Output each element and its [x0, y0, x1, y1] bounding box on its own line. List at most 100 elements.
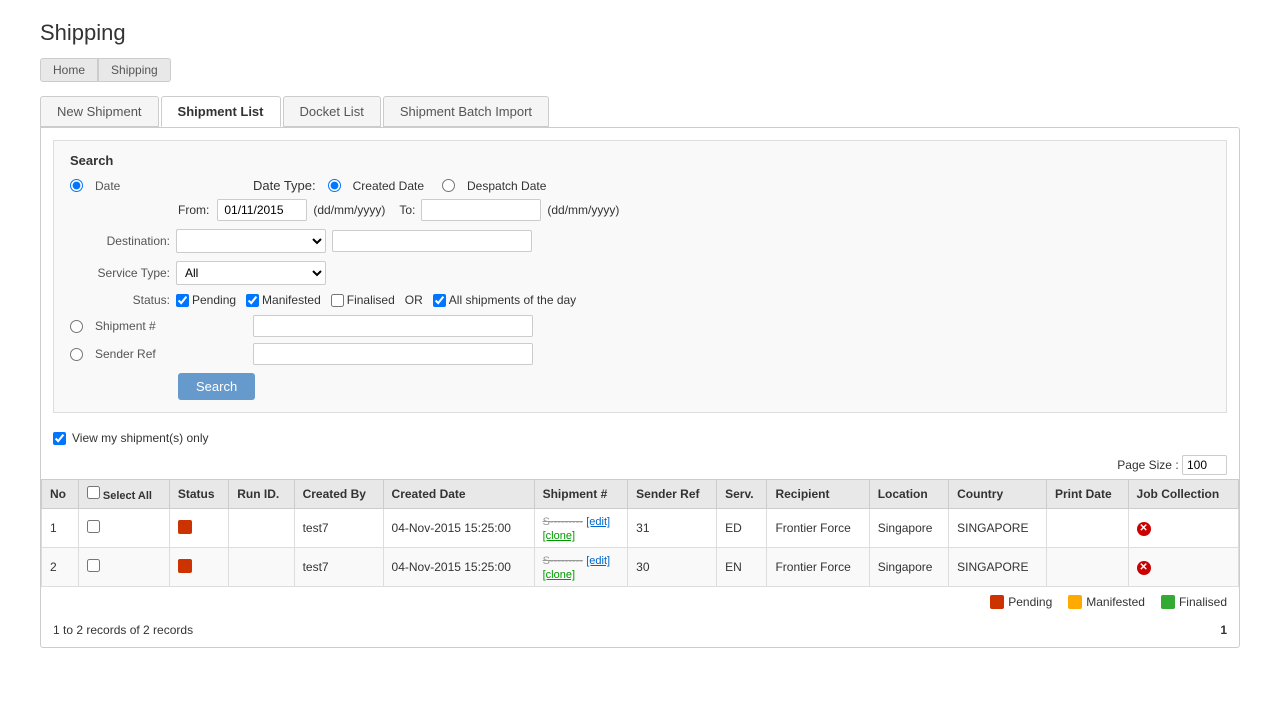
all-day-label: All shipments of the day — [449, 293, 576, 307]
results-table: No Select All Status Run ID. Created By … — [41, 479, 1239, 587]
col-run-id: Run ID. — [229, 480, 294, 509]
cell-print-date — [1046, 509, 1128, 548]
destination-input[interactable] — [332, 230, 532, 252]
shipment-num-struck: S--------- — [543, 555, 583, 567]
date-radio[interactable] — [70, 179, 83, 192]
job-collection-x-icon: ✕ — [1137, 561, 1151, 575]
finalised-flag-icon — [1161, 595, 1175, 609]
shipment-ref-radio[interactable] — [70, 320, 83, 333]
despatch-date-radio[interactable] — [442, 179, 455, 192]
pending-flag-icon — [990, 595, 1004, 609]
cell-serv: ED — [717, 509, 767, 548]
created-date-label: Created Date — [353, 179, 424, 193]
table-header-row: No Select All Status Run ID. Created By … — [42, 480, 1239, 509]
view-only-row: View my shipment(s) only — [41, 425, 1239, 451]
edit-link-1[interactable]: [edit] — [586, 555, 610, 567]
destination-row: Destination: — [70, 229, 1210, 253]
cell-sender-ref: 30 — [628, 548, 717, 587]
to-date-input[interactable] — [421, 199, 541, 221]
col-print-date: Print Date — [1046, 480, 1128, 509]
col-status: Status — [169, 480, 228, 509]
manifested-checkbox[interactable] — [246, 294, 259, 307]
tab-shipment-list[interactable]: Shipment List — [161, 96, 281, 127]
col-select-all: Select All — [78, 480, 169, 509]
select-all-checkbox[interactable] — [87, 486, 100, 499]
finalised-check: Finalised — [331, 293, 395, 307]
col-no: No — [42, 480, 79, 509]
tab-batch-import[interactable]: Shipment Batch Import — [383, 96, 549, 127]
cell-status — [169, 548, 228, 587]
from-label: From: — [178, 203, 209, 217]
breadcrumb-home[interactable]: Home — [40, 58, 98, 82]
created-date-radio[interactable] — [328, 179, 341, 192]
page-size-row: Page Size : — [41, 451, 1239, 479]
edit-link-0[interactable]: [edit] — [586, 516, 610, 528]
manifested-check: Manifested — [246, 293, 321, 307]
row-checkbox-0[interactable] — [87, 520, 100, 533]
service-type-label: Service Type: — [70, 266, 170, 280]
page-number[interactable]: 1 — [1220, 623, 1227, 637]
search-button[interactable]: Search — [178, 373, 255, 400]
tab-bar: New Shipment Shipment List Docket List S… — [40, 96, 1240, 127]
shipment-num-struck: S--------- — [543, 516, 583, 528]
cell-created-by: test7 — [294, 509, 383, 548]
finalised-label: Finalised — [347, 293, 395, 307]
cell-country: SINGAPORE — [949, 509, 1047, 548]
despatch-date-label: Despatch Date — [467, 179, 546, 193]
date-filter-row: Date Date Type: Created Date Despatch Da… — [70, 178, 1210, 193]
status-flag-icon — [178, 520, 192, 534]
pending-checkbox[interactable] — [176, 294, 189, 307]
tab-docket-list[interactable]: Docket List — [283, 96, 381, 127]
sender-ref-radio[interactable] — [70, 348, 83, 361]
legend-pending: Pending — [990, 595, 1052, 609]
service-type-select[interactable]: All — [176, 261, 326, 285]
cell-created-date: 04-Nov-2015 15:25:00 — [383, 509, 534, 548]
all-day-check: All shipments of the day — [433, 293, 576, 307]
status-label: Status: — [70, 293, 170, 307]
all-day-checkbox[interactable] — [433, 294, 446, 307]
pending-check: Pending — [176, 293, 236, 307]
shipment-ref-input[interactable] — [253, 315, 533, 337]
page-size-label: Page Size : — [1117, 458, 1178, 472]
status-flag-icon — [178, 559, 192, 573]
status-checks: Pending Manifested Finalised OR All ship… — [176, 293, 576, 307]
cell-serv: EN — [717, 548, 767, 587]
date-radio-label: Date — [95, 179, 185, 193]
service-type-row: Service Type: All — [70, 261, 1210, 285]
sender-ref-input[interactable] — [253, 343, 533, 365]
date-type-label: Date Type: — [253, 178, 316, 193]
to-format: (dd/mm/yyyy) — [547, 203, 619, 217]
cell-no: 1 — [42, 509, 79, 548]
col-serv: Serv. — [717, 480, 767, 509]
legend-manifested-label: Manifested — [1086, 595, 1145, 609]
col-created-date: Created Date — [383, 480, 534, 509]
page-title: Shipping — [40, 20, 1240, 46]
cell-created-by: test7 — [294, 548, 383, 587]
cell-job-collection: ✕ — [1128, 509, 1238, 548]
finalised-checkbox[interactable] — [331, 294, 344, 307]
view-my-only-label: View my shipment(s) only — [72, 431, 209, 445]
table-row: 1 test7 04-Nov-2015 15:25:00 S--------- … — [42, 509, 1239, 548]
clone-link-1[interactable]: [clone] — [543, 569, 575, 581]
tab-new-shipment[interactable]: New Shipment — [40, 96, 159, 127]
cell-created-date: 04-Nov-2015 15:25:00 — [383, 548, 534, 587]
view-my-only-checkbox[interactable] — [53, 432, 66, 445]
page-size-input[interactable] — [1182, 455, 1227, 475]
cell-sender-ref: 31 — [628, 509, 717, 548]
row-checkbox-1[interactable] — [87, 559, 100, 572]
to-label: To: — [399, 203, 415, 217]
cell-status — [169, 509, 228, 548]
col-recipient: Recipient — [767, 480, 869, 509]
clone-link-0[interactable]: [clone] — [543, 530, 575, 542]
col-country: Country — [949, 480, 1047, 509]
col-sender-ref: Sender Ref — [628, 480, 717, 509]
from-date-input[interactable] — [217, 199, 307, 221]
breadcrumb-shipping[interactable]: Shipping — [98, 58, 171, 82]
destination-label: Destination: — [70, 234, 170, 248]
content-area: Search Date Date Type: Created Date Desp… — [40, 127, 1240, 648]
cell-run-id — [229, 548, 294, 587]
from-format: (dd/mm/yyyy) — [313, 203, 385, 217]
legend-manifested: Manifested — [1068, 595, 1145, 609]
destination-select[interactable] — [176, 229, 326, 253]
sender-ref-row: Sender Ref — [70, 343, 1210, 365]
